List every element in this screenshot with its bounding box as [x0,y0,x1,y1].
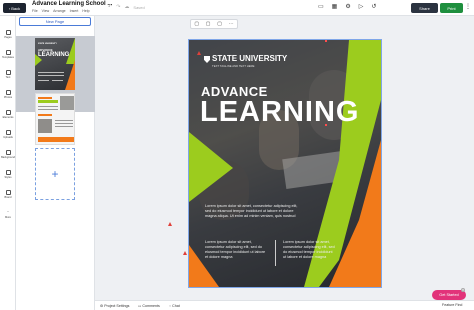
column-divider [275,240,276,266]
rail-item-background[interactable]: Background [0,150,16,159]
rail-label: More [5,216,11,219]
warning-icon [168,222,172,226]
delete-page-icon[interactable]: ▢ [217,21,222,27]
rail-item-brand[interactable]: Brand [0,190,16,199]
pages-icon [5,30,11,35]
menu-arrange[interactable]: Arrange [53,9,65,13]
chat-label: Chat [172,304,180,308]
more-apps-icon: ⋯ [6,210,10,213]
rail-label: Pages [4,36,12,39]
get-started-label: Get Started [439,293,459,297]
rail-item-styles[interactable]: Styles [0,170,16,179]
elements-icon [5,110,11,115]
menu-bar: File View Arrange Insert Help [32,9,90,13]
feature-find-button[interactable]: Feature Find [442,303,462,307]
grid-icon[interactable]: ▦ [332,3,338,10]
add-page-placeholder[interactable]: + [35,148,75,200]
rail-label: Brand [4,196,12,199]
intro-paragraph[interactable]: Lorem ipsum dolor sit amet, consectetur … [205,204,299,219]
uploads-icon [5,130,11,135]
rail-item-text[interactable]: Text [0,70,16,79]
new-page-button[interactable]: New Page [19,17,91,26]
comments-button[interactable]: ▭ Comments [138,304,160,308]
selection-handle[interactable] [325,124,327,126]
thumb-brand: STATE UNIVERSITY [38,43,57,45]
background-icon [5,150,11,155]
photos-icon [5,90,11,95]
print-button[interactable]: Print [440,3,463,13]
history-controls: ↶ ↷ ☁ Saved [108,4,145,10]
new-page-label: New Page [45,19,65,24]
selection-handle[interactable] [325,40,327,42]
rail-label: Templates [2,56,14,59]
flyer-page[interactable]: STATE UNIVERSITY TEXT TAGLINE AND TEXT H… [188,39,382,288]
chat-button[interactable]: ◌ Chat [169,304,180,308]
rail-label: Styles [4,176,12,179]
comments-label: Comments [142,304,160,308]
rail-item-elements[interactable]: Elements [0,110,16,119]
rail-label: Background [1,156,15,159]
settings-icon[interactable]: ⚙ [345,3,350,10]
rail-label: Photos [3,96,13,99]
comment-icon: ▭ [138,304,142,308]
page-toolbar: ▢ ▢ ▢ ⋯ [190,19,238,29]
chevron-left-icon: ‹ [8,5,11,11]
project-settings-label: Project Settings [104,304,130,308]
bottom-bar: ⚙ Project Settings ▭ Comments ◌ Chat [95,300,474,310]
share-button[interactable]: Share [411,3,438,13]
rail-item-pages[interactable]: Pages [0,30,16,39]
brand-name[interactable]: STATE UNIVERSITY [212,54,287,63]
page-thumbnail-1[interactable]: STATE UNIVERSITY ADVANCE LEARNING [35,38,75,90]
back-label: Back [11,5,21,11]
play-icon[interactable]: ▷ [359,3,364,10]
rail-item-more[interactable]: ⋯ More [0,210,16,219]
print-label: Print [447,5,456,11]
undo-icon[interactable]: ↶ [108,4,112,10]
menu-view[interactable]: View [42,9,50,13]
menu-insert[interactable]: Insert [70,9,79,13]
rail-label: Uploads [3,136,13,139]
menu-file[interactable]: File [32,9,38,13]
back-button[interactable]: ‹ Back [3,3,26,13]
close-icon[interactable]: × [461,288,465,292]
templates-icon [5,50,11,55]
cloud-icon: ☁ [124,4,130,10]
chat-icon: ◌ [169,304,172,308]
present-icon[interactable]: ▭ [318,3,324,10]
pages-panel: New Page STATE UNIVERSITY ADVANCE LEARNI… [16,16,95,310]
more-icon[interactable]: ⋮ [465,3,471,10]
plus-icon: + [51,167,59,181]
rail-item-uploads[interactable]: Uploads [0,130,16,139]
page-settings-icon[interactable]: ▢ [194,21,199,27]
top-tools: ▭ ▦ ⚙ ▷ ↺ [318,3,376,10]
rail-label: Text [5,76,11,79]
styles-icon [5,170,11,175]
page-more-icon[interactable]: ⋯ [229,21,234,27]
gear-icon: ⚙ [100,304,104,308]
redo-icon[interactable]: ↷ [116,4,120,10]
text-icon [5,70,11,75]
menu-help[interactable]: Help [82,9,89,13]
document-title[interactable]: Advance Learning School ... [32,1,112,7]
headline-big[interactable]: LEARNING [200,96,359,129]
rail-item-templates[interactable]: Templates [0,50,16,59]
column-left-text[interactable]: Lorem ipsum dolor sit amet, consectetur … [205,240,269,260]
page-thumbnail-2[interactable] [35,93,75,145]
warning-icon [197,51,201,55]
column-right-text[interactable]: Lorem ipsum dolor sit amet, consectetur … [283,240,335,260]
save-status: Saved [133,4,145,10]
warning-icon [183,251,187,255]
history-icon[interactable]: ↺ [371,3,376,10]
left-rail: Pages Templates Text Photos Elements Upl… [0,16,16,310]
thumb-headline-big: LEARNING [38,52,70,58]
share-label: Share [419,5,430,11]
top-bar: ‹ Back Advance Learning School ... File … [0,0,474,16]
brand-icon [5,190,11,195]
green-triangle [189,132,233,202]
rail-item-photos[interactable]: Photos [0,90,16,99]
project-settings-button[interactable]: ⚙ Project Settings [100,304,129,308]
duplicate-page-icon[interactable]: ▢ [206,21,211,27]
rail-label: Elements [2,116,14,119]
brand-tagline[interactable]: TEXT TAGLINE AND TEXT HERE [212,64,254,68]
